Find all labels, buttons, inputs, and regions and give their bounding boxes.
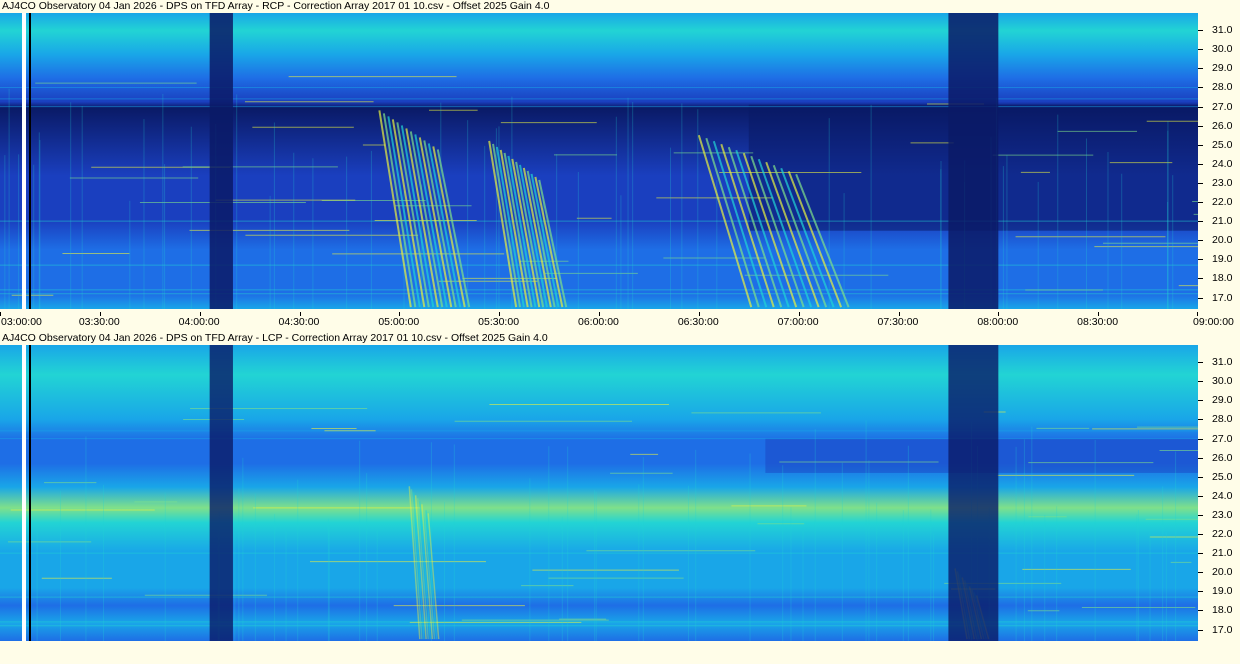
y-tick-mark bbox=[1198, 381, 1203, 383]
y-tick-mark bbox=[1198, 297, 1203, 299]
x-tick-label: 03:30:00 bbox=[78, 316, 120, 328]
y-tick-label: 28.0 bbox=[1212, 81, 1233, 94]
data-gap-column bbox=[209, 345, 233, 641]
y-tick-label: 23.0 bbox=[1212, 508, 1233, 521]
y-tick-mark bbox=[1198, 125, 1203, 127]
rcp-y-axis: 31.0 30.0 29.0 28.0 27.0 26.0 25.0 24.0 23.0 22.0… bbox=[1198, 13, 1240, 309]
y-tick-label: 17.0 bbox=[1212, 291, 1233, 304]
y-tick-label: 19.0 bbox=[1212, 585, 1233, 598]
y-tick-label: 18.0 bbox=[1212, 604, 1233, 617]
y-tick-mark bbox=[1198, 68, 1203, 70]
y-tick-label: 26.0 bbox=[1212, 119, 1233, 132]
start-marker-white bbox=[22, 345, 26, 641]
x-tick-label: 08:30:00 bbox=[1077, 316, 1119, 328]
y-tick-mark bbox=[1198, 476, 1203, 478]
y-tick-mark bbox=[1198, 610, 1203, 612]
y-tick-label: 27.0 bbox=[1212, 100, 1233, 113]
data-gap-column bbox=[948, 345, 999, 641]
y-tick-label: 30.0 bbox=[1212, 375, 1233, 388]
y-tick-mark bbox=[1198, 534, 1203, 536]
rcp-x-axis: 03:00:00 03:30:00 04:00:00 04:30:00 05:00:00… bbox=[0, 312, 1240, 332]
x-tick-label: 05:00:00 bbox=[378, 316, 420, 328]
y-tick-label: 17.0 bbox=[1212, 623, 1233, 636]
data-gap-column bbox=[209, 13, 233, 309]
y-tick-mark bbox=[1198, 30, 1203, 32]
y-tick-label: 20.0 bbox=[1212, 234, 1233, 247]
lcp-panel: AJ4CO Observatory 04 Jan 2026 - DPS on T… bbox=[0, 332, 1240, 664]
y-tick-mark bbox=[1198, 572, 1203, 574]
y-tick-label: 25.0 bbox=[1212, 470, 1233, 483]
x-tick-label: 05:30:00 bbox=[478, 316, 520, 328]
start-marker-white bbox=[22, 13, 26, 309]
y-tick-label: 22.0 bbox=[1212, 196, 1233, 209]
lcp-title: AJ4CO Observatory 04 Jan 2026 - DPS on T… bbox=[2, 332, 548, 344]
start-marker-black bbox=[29, 345, 31, 641]
y-tick-mark bbox=[1198, 438, 1203, 440]
y-tick-label: 29.0 bbox=[1212, 394, 1233, 407]
lcp-spectrogram-svg bbox=[0, 345, 1198, 641]
x-tick-label: 06:30:00 bbox=[677, 316, 719, 328]
start-marker-black bbox=[29, 13, 31, 309]
y-tick-label: 29.0 bbox=[1212, 62, 1233, 75]
lcp-x-axis bbox=[0, 644, 1240, 664]
x-tick-label: 04:30:00 bbox=[278, 316, 320, 328]
x-tick-label: 04:00:00 bbox=[178, 316, 220, 328]
y-tick-label: 24.0 bbox=[1212, 157, 1233, 170]
y-tick-mark bbox=[1198, 259, 1203, 261]
y-tick-label: 31.0 bbox=[1212, 356, 1233, 369]
y-tick-mark bbox=[1198, 362, 1203, 364]
y-tick-label: 25.0 bbox=[1212, 138, 1233, 151]
y-tick-mark bbox=[1198, 278, 1203, 280]
y-tick-mark bbox=[1198, 591, 1203, 593]
y-tick-mark bbox=[1198, 240, 1203, 242]
y-tick-mark bbox=[1198, 514, 1203, 516]
y-tick-label: 21.0 bbox=[1212, 215, 1233, 228]
y-tick-mark bbox=[1198, 221, 1203, 223]
y-tick-mark bbox=[1198, 457, 1203, 459]
y-tick-label: 22.0 bbox=[1212, 528, 1233, 541]
rcp-panel: AJ4CO Observatory 04 Jan 2026 - DPS on T… bbox=[0, 0, 1240, 332]
y-tick-label: 23.0 bbox=[1212, 176, 1233, 189]
y-tick-label: 26.0 bbox=[1212, 451, 1233, 464]
y-tick-label: 19.0 bbox=[1212, 253, 1233, 266]
y-tick-label: 21.0 bbox=[1212, 547, 1233, 560]
y-tick-mark bbox=[1198, 163, 1203, 165]
y-tick-mark bbox=[1198, 144, 1203, 146]
x-tick-label: 07:30:00 bbox=[877, 316, 919, 328]
rcp-spectrogram bbox=[0, 13, 1198, 309]
y-tick-mark bbox=[1198, 419, 1203, 421]
y-tick-mark bbox=[1198, 553, 1203, 555]
y-tick-label: 18.0 bbox=[1212, 272, 1233, 285]
y-tick-label: 31.0 bbox=[1212, 24, 1233, 37]
data-gap-column bbox=[948, 13, 999, 309]
x-tick-label: 03:00:00 bbox=[1, 316, 42, 328]
y-tick-label: 24.0 bbox=[1212, 489, 1233, 502]
lcp-spectrogram bbox=[0, 345, 1198, 641]
y-tick-mark bbox=[1198, 629, 1203, 631]
y-tick-label: 27.0 bbox=[1212, 432, 1233, 445]
rcp-spectrogram-svg bbox=[0, 13, 1198, 309]
x-tick-label: 08:00:00 bbox=[977, 316, 1019, 328]
y-tick-mark bbox=[1198, 87, 1203, 89]
y-tick-label: 28.0 bbox=[1212, 413, 1233, 426]
y-tick-label: 20.0 bbox=[1212, 566, 1233, 579]
y-tick-label: 30.0 bbox=[1212, 43, 1233, 56]
rcp-title: AJ4CO Observatory 04 Jan 2026 - DPS on T… bbox=[2, 0, 550, 12]
y-tick-mark bbox=[1198, 106, 1203, 108]
y-tick-mark bbox=[1198, 49, 1203, 51]
x-tick-label: 06:00:00 bbox=[578, 316, 619, 328]
x-tick-label: 07:00:00 bbox=[777, 316, 819, 328]
y-tick-mark bbox=[1198, 202, 1203, 204]
y-tick-mark bbox=[1198, 182, 1203, 184]
lcp-y-axis: 31.0 30.0 29.0 28.0 27.0 26.0 25.0 24.0 23.0 22.0… bbox=[1198, 345, 1240, 641]
x-tick-label: 09:00:00 bbox=[1193, 316, 1234, 328]
y-tick-mark bbox=[1198, 495, 1203, 497]
y-tick-mark bbox=[1198, 400, 1203, 402]
